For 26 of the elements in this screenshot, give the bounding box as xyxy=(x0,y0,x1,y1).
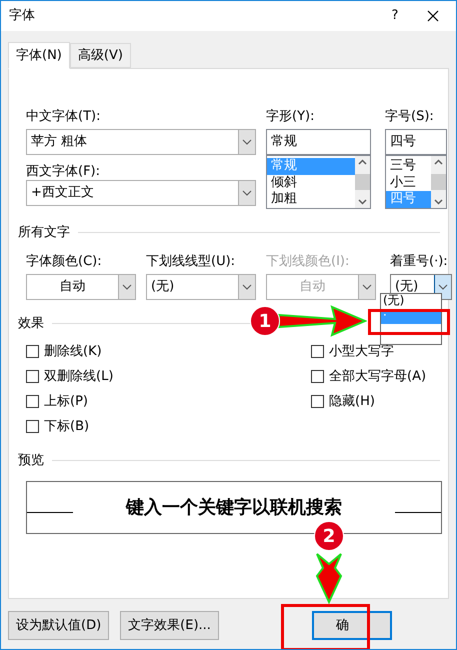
dropdown-value: (无) xyxy=(150,278,176,296)
dropdown-value: 苹方 粗体 xyxy=(30,133,88,152)
section-heading: 效果 xyxy=(18,314,44,332)
field-label: 西文字体(F): xyxy=(26,163,102,180)
checkbox-label: 小型大写字 xyxy=(329,342,394,361)
section-heading: 预览 xyxy=(18,452,44,470)
dropdown-value: +西文正文 xyxy=(30,184,95,202)
checkbox-label: 全部大写字母(A) xyxy=(329,368,426,386)
field-label: 中文字体(T): xyxy=(26,108,102,126)
field-label: 字体颜色(C): xyxy=(26,252,103,270)
section-heading: 所有文字 xyxy=(18,224,70,242)
field-label: 字形(Y): xyxy=(266,108,316,126)
dropdown-value: (无) xyxy=(394,278,420,294)
checkbox-label: 上标(P) xyxy=(44,392,88,411)
field-label: 下划线颜色(I): xyxy=(266,252,350,270)
window-title: 字体 xyxy=(9,7,36,26)
field-label: 下划线线型(U): xyxy=(146,252,236,270)
checkbox-label: 删除线(K) xyxy=(44,342,102,361)
field-label: 字号(S): xyxy=(385,108,435,126)
preview-text: 键入一个关键字以联机搜索 xyxy=(124,496,343,520)
dropdown-value: 自动 xyxy=(298,278,326,296)
field-label: 着重号(·): xyxy=(390,252,449,270)
checkbox-label: 双删除线(L) xyxy=(44,368,114,386)
checkbox-label: 下标(B) xyxy=(44,418,90,436)
checkbox-label: 隐藏(H) xyxy=(329,392,375,411)
dropdown-value: 自动 xyxy=(58,278,86,296)
